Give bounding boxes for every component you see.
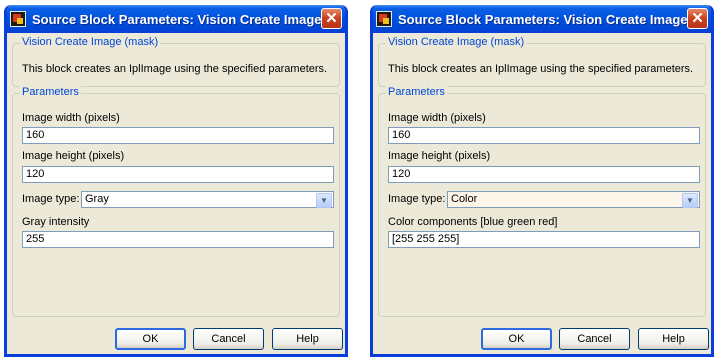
image-type-row: Image type: Color ▼ [388,191,700,208]
close-button[interactable]: ✕ [687,8,708,29]
parameters-group: Parameters Image width (pixels) 160 Imag… [12,86,340,317]
block-description: This block creates an IplImage using the… [388,63,694,75]
cancel-button[interactable]: Cancel [193,328,264,350]
image-height-label: Image height (pixels) [22,150,125,162]
image-width-label: Image width (pixels) [22,112,120,124]
title-bar[interactable]: Source Block Parameters: Vision Create I… [373,5,711,33]
close-icon: ✕ [325,10,338,27]
dialog-title: Source Block Parameters: Vision Create I… [32,11,322,27]
cancel-button[interactable]: Cancel [559,328,630,350]
mask-group: Vision Create Image (mask) This block cr… [378,36,706,87]
parameters-legend: Parameters [20,86,81,98]
color-components-field[interactable]: [255 255 255] [388,231,700,248]
ok-button[interactable]: OK [115,328,186,350]
parameters-legend: Parameters [386,86,447,98]
title-bar[interactable]: Source Block Parameters: Vision Create I… [7,5,345,33]
mask-group-legend: Vision Create Image (mask) [386,36,527,48]
close-icon: ✕ [691,10,704,27]
gray-intensity-field[interactable]: 255 [22,231,334,248]
image-type-label: Image type: [22,193,80,205]
close-button[interactable]: ✕ [321,8,342,29]
image-type-select[interactable]: Color ▼ [447,191,700,208]
mask-group-legend: Vision Create Image (mask) [20,36,161,48]
image-width-field[interactable]: 160 [388,127,700,144]
help-button[interactable]: Help [638,328,709,350]
color-components-label: Color components [blue green red] [388,216,558,228]
chevron-down-icon[interactable]: ▼ [316,193,332,208]
ok-button[interactable]: OK [481,328,552,350]
image-height-label: Image height (pixels) [388,150,491,162]
image-width-field[interactable]: 160 [22,127,334,144]
chevron-down-icon[interactable]: ▼ [682,193,698,208]
help-button[interactable]: Help [272,328,343,350]
dialog-title: Source Block Parameters: Vision Create I… [398,11,688,27]
image-type-row: Image type: Gray ▼ [22,191,334,208]
image-type-value: Gray [85,193,109,205]
dialog-gray: Source Block Parameters: Vision Create I… [4,5,348,357]
image-type-label: Image type: [388,193,446,205]
parameters-group: Parameters Image width (pixels) 160 Imag… [378,86,706,317]
simulink-block-icon [376,11,392,27]
image-type-value: Color [451,193,478,205]
image-height-field[interactable]: 120 [22,166,334,183]
image-height-field[interactable]: 120 [388,166,700,183]
dialog-color: Source Block Parameters: Vision Create I… [370,5,714,357]
image-width-label: Image width (pixels) [388,112,486,124]
simulink-block-icon [10,11,26,27]
block-description: This block creates an IplImage using the… [22,63,328,75]
image-type-select[interactable]: Gray ▼ [81,191,334,208]
mask-group: Vision Create Image (mask) This block cr… [12,36,340,87]
gray-intensity-label: Gray intensity [22,216,90,228]
